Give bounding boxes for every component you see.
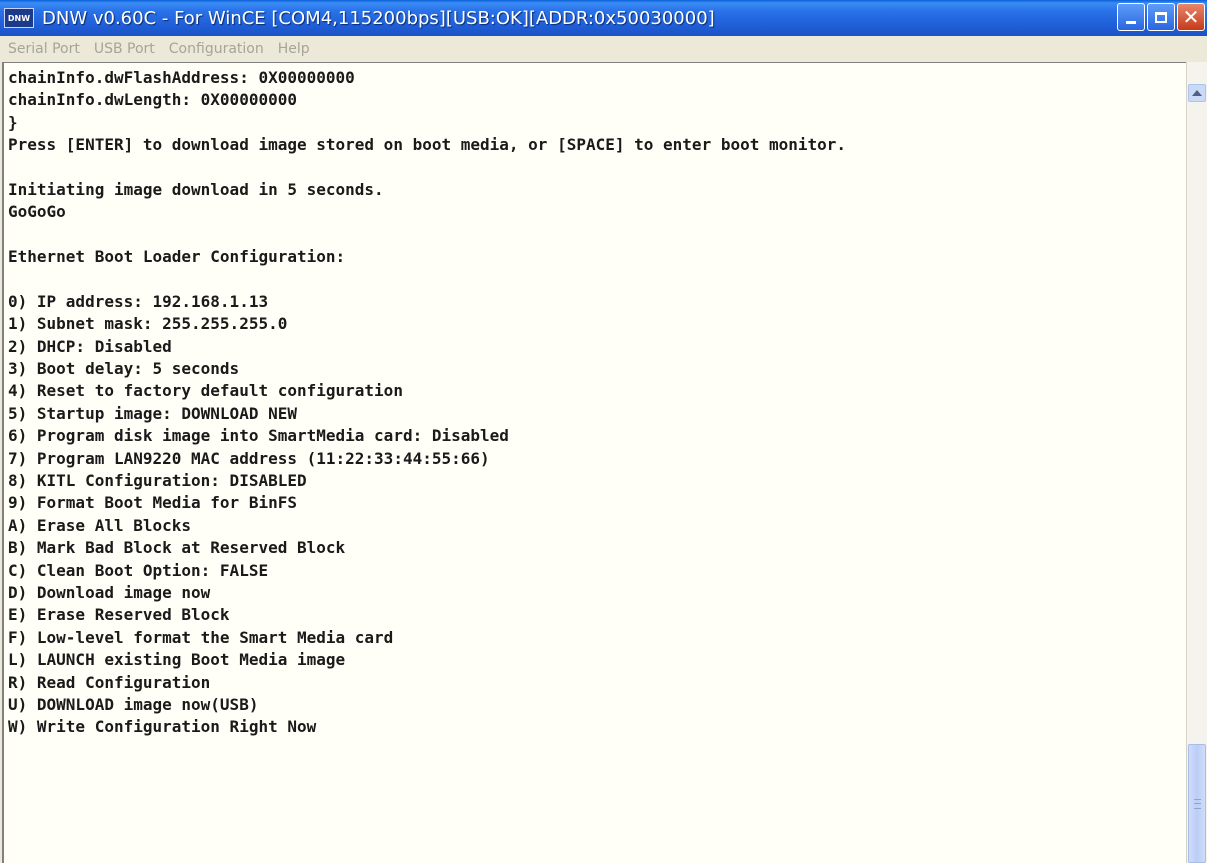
console-line: A) Erase All Blocks [8,515,192,535]
console-line: R) Read Configuration [8,672,211,692]
app-icon[interactable]: DNW [4,8,34,28]
console-line: B) Mark Bad Block at Reserved Block [8,538,346,558]
console-line: 6) Program disk image into SmartMedia ca… [8,426,509,446]
console-line: E) Erase Reserved Block [8,605,230,625]
console-line: 3) Boot delay: 5 seconds [8,359,240,379]
menu-usb-port[interactable]: USB Port [88,41,161,57]
window-controls: ✕ [1117,3,1205,31]
maximize-icon [1155,11,1167,23]
minimize-button[interactable] [1117,3,1145,31]
console-line: 8) KITL Configuration: DISABLED [8,471,307,491]
console-line: 7) Program LAN9220 MAC address (11:22:33… [8,448,490,468]
console-lines: chainInfo.dwFlashAddress: 0X00000000 chai… [4,63,1186,739]
vertical-scrollbar[interactable] [1186,62,1207,863]
window-title: DNW v0.60C - For WinCE [COM4,115200bps][… [42,7,715,29]
console-line: D) Download image now [8,582,211,602]
console-line: Ethernet Boot Loader Configuration: [8,247,346,267]
console-line: chainInfo.dwLength: 0X00000000 [8,90,297,110]
title-bar[interactable]: DNW DNW v0.60C - For WinCE [COM4,115200b… [0,0,1207,36]
menu-help[interactable]: Help [272,41,316,57]
console-line: chainInfo.dwFlashAddress: 0X00000000 [8,68,355,87]
menu-configuration[interactable]: Configuration [163,41,270,57]
console-line: U) DOWNLOAD image now(USB) [8,694,259,714]
menu-bar: Serial Port USB Port Configuration Help [0,36,1207,62]
console-line: GoGoGo [8,202,66,222]
up-arrow-icon [1192,90,1202,96]
console-line: 9) Format Boot Media for BinFS [8,493,297,513]
close-icon: ✕ [1182,5,1200,29]
maximize-button[interactable] [1147,3,1175,31]
scroll-thumb[interactable] [1188,744,1206,863]
scroll-up-button[interactable] [1188,84,1206,102]
console-output[interactable]: chainInfo.dwFlashAddress: 0X00000000 chai… [2,62,1186,863]
console-line: C) Clean Boot Option: FALSE [8,560,269,580]
console-line: } [8,112,18,132]
minimize-icon [1126,20,1136,24]
close-button[interactable]: ✕ [1177,3,1205,31]
console-line: F) Low-level format the Smart Media card [8,627,394,647]
console-line: 2) DHCP: Disabled [8,336,172,356]
console-line: 4) Reset to factory default configuratio… [8,381,403,401]
console-line: 5) Startup image: DOWNLOAD NEW [8,403,297,423]
grip-icon [1194,799,1201,809]
console-line: Press [ENTER] to download image stored o… [8,135,847,155]
console-line: L) LAUNCH existing Boot Media image [8,650,346,670]
console-line: W) Write Configuration Right Now [8,717,317,737]
console-line: 1) Subnet mask: 255.255.255.0 [8,314,288,334]
menu-serial-port[interactable]: Serial Port [2,41,86,57]
console-line: Initiating image download in 5 seconds. [8,179,384,199]
console-line: 0) IP address: 192.168.1.13 [8,291,269,311]
